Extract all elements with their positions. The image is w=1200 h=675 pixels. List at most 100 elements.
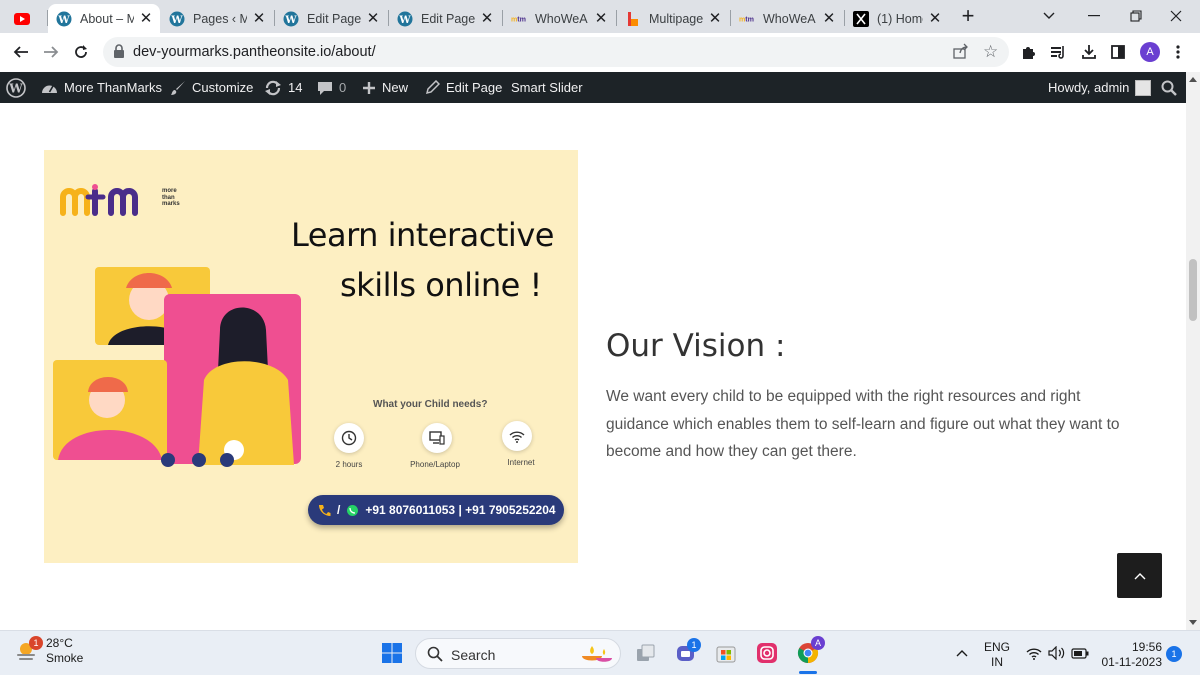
scroll-down-arrow-icon[interactable] bbox=[1186, 616, 1200, 628]
updates-link[interactable]: 14 bbox=[264, 72, 302, 103]
close-icon[interactable]: ✕ bbox=[251, 10, 267, 27]
scroll-up-arrow-icon[interactable] bbox=[1186, 74, 1200, 86]
close-icon[interactable]: ✕ bbox=[821, 10, 837, 27]
tab-title: Pages ‹ M bbox=[193, 11, 247, 26]
brush-icon bbox=[171, 80, 185, 95]
search-icon bbox=[427, 646, 443, 662]
scrollbar-thumb[interactable] bbox=[1189, 259, 1197, 321]
menu-kebab-icon[interactable] bbox=[1165, 39, 1191, 65]
tab-search-chevron-icon[interactable] bbox=[1037, 4, 1061, 28]
svg-text:W: W bbox=[170, 15, 183, 26]
browser-toolbar: dev-yourmarks.pantheonsite.io/about/ ☆ A bbox=[0, 33, 1200, 71]
chrome-profile-badge: A bbox=[811, 636, 825, 650]
windows-start-icon[interactable] bbox=[378, 639, 406, 667]
weather-description: Smoke bbox=[46, 651, 84, 665]
time: 19:56 bbox=[1131, 640, 1162, 654]
download-icon[interactable] bbox=[1076, 39, 1102, 65]
close-icon[interactable]: ✕ bbox=[593, 10, 609, 27]
extensions-icon[interactable] bbox=[1016, 39, 1042, 65]
tab-about[interactable]: W About – M ✕ bbox=[48, 4, 160, 33]
wp-logo-icon[interactable]: W bbox=[6, 72, 26, 103]
comments-link[interactable]: 0 bbox=[317, 72, 346, 103]
close-icon[interactable]: ✕ bbox=[707, 10, 723, 27]
tab-x-home[interactable]: (1) Home ✕ bbox=[845, 4, 949, 33]
date: 01-11-2023 bbox=[1101, 655, 1163, 669]
new-tab-button[interactable]: + bbox=[956, 5, 980, 29]
bookmark-star-icon[interactable]: ☆ bbox=[983, 42, 998, 62]
tab-edit-page-1[interactable]: W Edit Page ✕ bbox=[275, 4, 387, 33]
edit-page-label: Edit Page bbox=[446, 80, 503, 95]
devices-icon bbox=[422, 423, 452, 453]
close-icon[interactable]: ✕ bbox=[927, 10, 943, 27]
diwali-lamp-icon bbox=[582, 646, 612, 662]
windows-taskbar: 28°C Smoke 1 Search 1 A ENG IN 19:56 01-… bbox=[0, 630, 1200, 675]
smart-slider-label: Smart Slider bbox=[511, 80, 583, 95]
side-panel-icon[interactable] bbox=[1105, 39, 1131, 65]
hero-image: more than marks Learn interactive skills… bbox=[44, 150, 578, 563]
search-label: Search bbox=[451, 647, 496, 663]
tab-multipage[interactable]: Multipage ✕ bbox=[617, 4, 729, 33]
tab-whoweare-2[interactable]: m tm WhoWeA ✕ bbox=[731, 4, 843, 33]
tab-title: Multipage bbox=[649, 11, 703, 26]
tab-title: Edit Page bbox=[307, 11, 361, 26]
tab-title: (1) Home bbox=[877, 11, 923, 26]
language-indicator[interactable]: ENG IN bbox=[982, 640, 1012, 670]
address-bar[interactable]: dev-yourmarks.pantheonsite.io/about/ ☆ bbox=[103, 37, 1009, 67]
teams-badge: 1 bbox=[687, 638, 701, 652]
url-text[interactable]: dev-yourmarks.pantheonsite.io/about/ bbox=[133, 44, 376, 60]
admin-search-icon[interactable] bbox=[1161, 72, 1177, 103]
weather-temperature: 28°C bbox=[46, 636, 73, 650]
hero-headline-2: skills online ! bbox=[340, 266, 542, 304]
reading-list-icon[interactable] bbox=[1046, 39, 1072, 65]
share-icon[interactable] bbox=[953, 43, 969, 64]
task-view-icon[interactable] bbox=[632, 639, 660, 667]
chevron-up-icon bbox=[1134, 572, 1145, 579]
tab-whoweare-1[interactable]: m tm WhoWeA ✕ bbox=[503, 4, 615, 33]
microsoft-store-icon[interactable] bbox=[712, 639, 740, 667]
back-icon[interactable] bbox=[8, 39, 34, 65]
tab-title: WhoWeA bbox=[535, 11, 588, 26]
profile-avatar[interactable]: A bbox=[1140, 42, 1160, 62]
whatsapp-icon bbox=[347, 504, 359, 516]
close-icon[interactable]: ✕ bbox=[479, 10, 495, 27]
reload-icon[interactable] bbox=[68, 39, 94, 65]
comments-count: 0 bbox=[339, 80, 347, 95]
howdy-label: Howdy, admin bbox=[1048, 80, 1130, 95]
close-window-icon[interactable] bbox=[1164, 4, 1188, 28]
vertical-scrollbar[interactable] bbox=[1186, 72, 1200, 630]
lock-icon[interactable] bbox=[113, 44, 125, 63]
clock[interactable]: 19:56 01-11-2023 bbox=[1098, 640, 1163, 670]
customize-link[interactable]: Customize bbox=[170, 72, 253, 103]
instagram-icon[interactable] bbox=[753, 639, 781, 667]
tab-edit-page-2[interactable]: W Edit Page ✕ bbox=[389, 4, 501, 33]
restore-icon[interactable] bbox=[1124, 4, 1148, 28]
edit-page-link[interactable]: Edit Page bbox=[425, 72, 502, 103]
contact-separator: / bbox=[337, 503, 341, 517]
vision-heading: Our Vision : bbox=[606, 328, 786, 364]
x-icon bbox=[853, 10, 869, 27]
close-icon[interactable]: ✕ bbox=[365, 10, 381, 27]
tab-pages[interactable]: W Pages ‹ M ✕ bbox=[161, 4, 273, 33]
my-account-link[interactable]: Howdy, admin bbox=[1048, 72, 1152, 103]
battery-icon[interactable] bbox=[1066, 639, 1094, 667]
svg-text:W: W bbox=[57, 15, 70, 26]
updates-count: 14 bbox=[288, 80, 303, 95]
site-name-link[interactable]: More ThanMarks bbox=[41, 72, 162, 103]
tab-youtube[interactable] bbox=[6, 4, 46, 33]
contact-pill: / +91 8076011053 | +91 7905252204 bbox=[308, 495, 564, 525]
notification-badge[interactable]: 1 bbox=[1166, 646, 1182, 662]
close-icon[interactable]: ✕ bbox=[138, 10, 154, 27]
forward-icon[interactable] bbox=[38, 39, 64, 65]
wordpress-icon: W bbox=[397, 11, 413, 27]
scroll-to-top-button[interactable] bbox=[1117, 553, 1162, 598]
smart-slider-link[interactable]: Smart Slider bbox=[511, 72, 583, 103]
svg-text:W: W bbox=[398, 15, 411, 26]
weather-badge: 1 bbox=[29, 636, 43, 650]
new-label: New bbox=[382, 80, 409, 95]
new-content-link[interactable]: New bbox=[362, 72, 408, 103]
logo-tagline: more than marks bbox=[162, 188, 180, 207]
minimize-icon[interactable] bbox=[1082, 4, 1106, 28]
weather-widget[interactable]: 28°C Smoke bbox=[14, 636, 83, 666]
taskbar-search[interactable]: Search bbox=[415, 638, 621, 669]
show-hidden-icons-chevron-icon[interactable] bbox=[948, 639, 976, 667]
